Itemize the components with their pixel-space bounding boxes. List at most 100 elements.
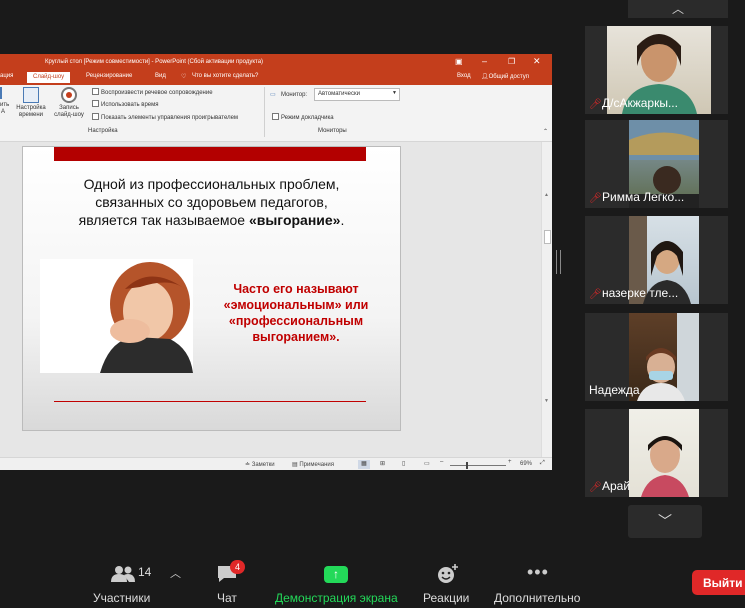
scroll-down-icon[interactable]: ▼	[544, 398, 549, 404]
comments-button[interactable]: ▤ Примечания	[292, 461, 334, 468]
participant-name: 🎤︎Римма Легко...	[589, 190, 684, 204]
slide-red-line-1: Часто его называют	[233, 282, 359, 296]
ribbon-btn-a-label: ить А	[0, 102, 10, 115]
ppt-tab-bar: ация Слайд-шоу Рецензирование Вид ♡ Что …	[0, 71, 552, 85]
chat-button[interactable]: 4 Чат	[208, 560, 248, 605]
restore-icon[interactable]: ❐	[508, 57, 515, 66]
group-monitors-label: Мониторы	[318, 128, 347, 134]
vertical-scrollbar[interactable]: ▲ ▼	[541, 142, 552, 457]
participant-tile[interactable]: 🎤︎Д/сАкжаркы...	[585, 26, 728, 114]
monitor-select-value: Автоматически	[318, 91, 360, 97]
panel-resize-handle[interactable]	[556, 250, 561, 274]
group-setup-label: Настройка	[88, 128, 118, 134]
ribbon-button-partial[interactable]: ить А	[0, 87, 10, 116]
slide-line-3a: является так называемое	[78, 212, 249, 228]
rehearse-label: Настройка времени	[16, 105, 46, 118]
tab-review[interactable]: Рецензирование	[86, 73, 132, 79]
collapse-ribbon-icon[interactable]: ⌃	[543, 128, 548, 135]
login-link[interactable]: Вход	[457, 73, 471, 79]
tell-me-search[interactable]: Что вы хотите сделать?	[192, 73, 258, 79]
tab-slideshow[interactable]: Слайд-шоу	[27, 72, 71, 83]
notes-button[interactable]: ≐ Заметки	[245, 461, 275, 468]
reactions-label: Реакции	[423, 591, 470, 605]
lightbulb-icon: ♡	[181, 74, 187, 80]
zoom-level[interactable]: 69%	[520, 461, 532, 467]
participant-tile[interactable]: 🎤︎Римма Легко...	[585, 120, 728, 208]
zoom-out-icon[interactable]: –	[440, 459, 443, 465]
participant-name-text: Арай	[602, 479, 631, 493]
chat-badge: 4	[230, 560, 245, 574]
participant-name: Надежда	[589, 383, 640, 397]
scroll-down-button[interactable]: ﹀	[628, 505, 702, 538]
media-controls-checkbox[interactable]: Показать элементы управления проигрывате…	[92, 113, 238, 121]
scroll-up-icon[interactable]: ▲	[544, 192, 549, 198]
zoom-in-icon[interactable]: +	[508, 459, 512, 465]
narration-checkbox[interactable]: Воспроизвести речевое сопровождение	[92, 88, 213, 96]
record-label: Запись слайд-шоу	[54, 105, 84, 118]
slide-canvas[interactable]: Одной из профессиональных проблем, связа…	[22, 146, 401, 431]
slide-red-line	[54, 401, 366, 402]
ribbon-display-icon[interactable]: ▣	[455, 57, 463, 66]
participant-tile[interactable]: Надежда	[585, 313, 728, 401]
record-icon	[61, 87, 77, 103]
ppt-title-bar: Круглый стол [Режим совместимости] - Pow…	[0, 54, 552, 71]
fit-slide-icon[interactable]: ⤢	[540, 460, 545, 467]
slide-line-3-end: .	[340, 212, 345, 228]
share-link[interactable]: 👤︎Общий доступ	[481, 73, 529, 80]
share-screen-icon: ↑	[324, 566, 348, 583]
person-icon: 👤︎	[481, 74, 489, 80]
participants-button[interactable]: 14 Участники	[90, 560, 160, 605]
zoom-slider[interactable]	[450, 462, 506, 469]
notes-label: Заметки	[251, 462, 275, 468]
more-label: Дополнительно	[494, 591, 581, 605]
muted-mic-icon: 🎤︎	[589, 193, 602, 204]
participants-icon	[111, 566, 135, 582]
chevron-down-icon: ﹀	[658, 513, 672, 529]
slide-red-line-2: «эмоциональным» или	[223, 298, 369, 312]
use-timings-checkbox[interactable]: Использовать время	[92, 100, 159, 108]
monitor-label: Монитор:	[281, 92, 308, 98]
slide-editor: Одной из профессиональных проблем, связа…	[0, 142, 552, 457]
video-feed	[629, 409, 699, 497]
participants-count: 14	[138, 565, 152, 579]
presenter-view-checkbox[interactable]: Режим докладчика	[272, 113, 334, 121]
leave-label: Выйти	[703, 576, 743, 590]
normal-view-icon[interactable]: ▦	[358, 460, 370, 469]
ribbon-divider	[264, 87, 265, 137]
scroll-up-button[interactable]: ︿	[628, 0, 728, 18]
participant-name-text: Надежда	[589, 383, 640, 397]
share-screen-button[interactable]: ↑ Демонстрация экрана	[273, 560, 401, 605]
participant-tile[interactable]: 🎤︎Арай	[585, 409, 728, 497]
reading-view-icon[interactable]: ▯	[402, 460, 405, 467]
scrollbar-thumb[interactable]	[544, 230, 551, 244]
slide-line-2: связанных со здоровьем педагогов,	[95, 194, 328, 210]
slide-main-text: Одной из профессиональных проблем, связа…	[23, 175, 400, 229]
slide-red-text: Часто его называют «эмоциональным» или «…	[201, 281, 391, 345]
reactions-button[interactable]: Реакции	[420, 560, 472, 605]
leave-button[interactable]: Выйти	[692, 570, 745, 595]
participant-name-text: Римма Легко...	[602, 190, 685, 204]
participant-tile[interactable]: 🎤︎назерке тле...	[585, 216, 728, 304]
reactions-icon	[438, 564, 458, 583]
monitor-select[interactable]: Автоматически ▼	[314, 88, 400, 101]
minimize-icon[interactable]: –	[482, 56, 487, 66]
comments-label: Примечания	[299, 462, 334, 468]
record-slideshow-button[interactable]: Запись слайд-шоу	[50, 87, 88, 119]
slide-red-line-4: выгоранием».	[252, 330, 340, 344]
slide-sorter-icon[interactable]: ⊞	[380, 460, 385, 467]
ribbon: ить А Настройка времени Запись слайд-шоу…	[0, 85, 552, 142]
rehearse-timings-button[interactable]: Настройка времени	[13, 87, 49, 119]
more-icon: •••	[527, 562, 549, 582]
slideshow-view-icon[interactable]: ▭	[424, 460, 430, 467]
comments-icon: ▤	[292, 462, 298, 468]
tab-animation[interactable]: ация	[0, 73, 13, 79]
more-button[interactable]: ••• Дополнительно	[492, 560, 586, 605]
zoom-slider-thumb[interactable]	[466, 462, 468, 469]
share-screen-label: Демонстрация экрана	[275, 591, 398, 605]
participant-name-text: назерке тле...	[602, 286, 679, 300]
participants-options-chevron-icon[interactable]: ︿	[170, 565, 181, 581]
tab-view[interactable]: Вид	[155, 73, 166, 79]
close-icon[interactable]: ✕	[533, 56, 541, 67]
slide-line-3-bold: «выгорание»	[248, 212, 341, 228]
share-label: Общий доступ	[488, 74, 529, 80]
